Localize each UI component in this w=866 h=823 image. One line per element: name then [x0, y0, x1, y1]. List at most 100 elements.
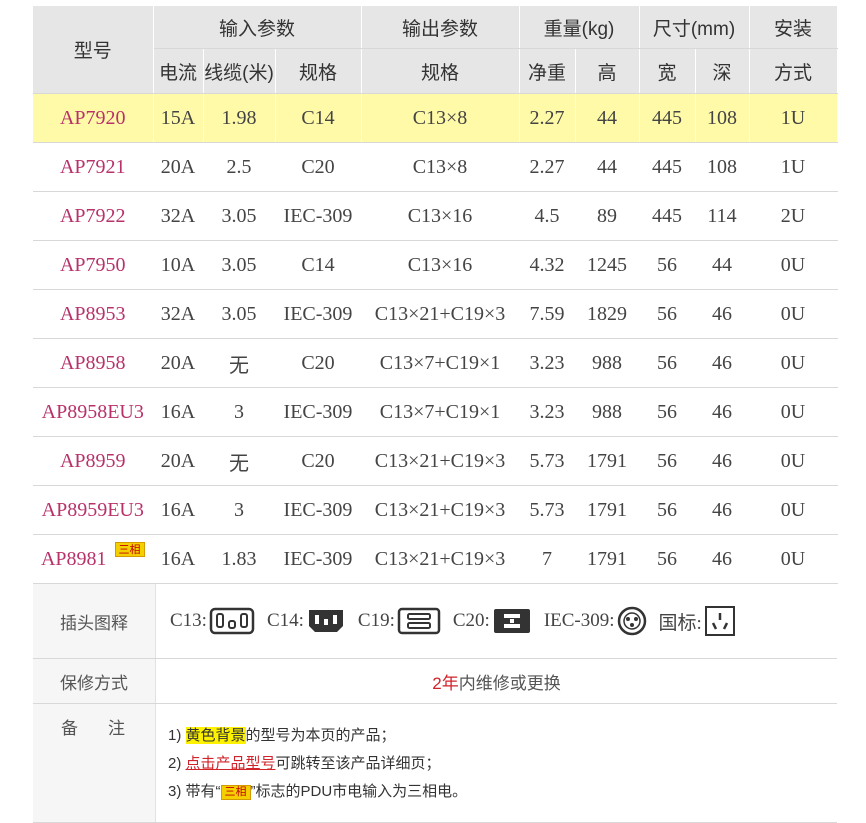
header-install-bottom: 方式 [749, 48, 838, 94]
cable-cell: 3 [203, 485, 276, 535]
cable-cell: 无 [203, 436, 276, 486]
plug-gb: 国标: [659, 605, 736, 637]
mount-cell: 0U [749, 485, 838, 535]
table-row: AP8953 32A 3.05 IEC-309 C13×21+C19×3 7.59 1829… [33, 289, 838, 339]
table-row: AP8959 20A 无 C20 C13×21+C19×3 5.73 1791 56 46 0U [33, 436, 838, 486]
plug-c14: C14: [267, 607, 346, 635]
cable-cell: 无 [203, 338, 276, 388]
width-cell: 56 [639, 534, 696, 584]
height-cell: 988 [575, 338, 640, 388]
model-cell: AP7921 [33, 142, 154, 192]
mount-cell: 0U [749, 534, 838, 584]
cable-cell: 3 [203, 387, 276, 437]
plug-name: C13: [170, 610, 207, 631]
header-depth: 深 [695, 48, 750, 94]
table-row: AP7921 20A 2.5 C20 C13×8 2.27 44 445 108 1U [33, 142, 838, 192]
width-cell: 445 [639, 142, 696, 192]
input-spec-cell: C14 [275, 93, 362, 143]
c19-plug-icon [397, 607, 441, 635]
table-row: AP8958 20A 无 C20 C13×7+C19×1 3.23 988 56 46 0U [33, 338, 838, 388]
model-link[interactable]: AP8958 [60, 352, 126, 374]
mount-cell: 2U [749, 191, 838, 241]
note-click-model-link[interactable]: 点击产品型号 [186, 755, 276, 772]
input-spec-cell: C14 [275, 240, 362, 290]
header-size: 尺寸(mm) [639, 6, 750, 49]
height-cell: 44 [575, 142, 640, 192]
model-cell: AP7920 [33, 93, 154, 143]
header-output-spec: 规格 [361, 48, 520, 94]
plug-name: C19: [357, 610, 395, 631]
output-spec-cell: C13×7+C19×1 [361, 338, 520, 388]
current-cell: 16A [153, 387, 204, 437]
header-input-params: 输入参数 [153, 6, 362, 49]
model-cell: AP8981 三相 [33, 534, 154, 584]
header-weight: 重量(kg) [519, 6, 640, 49]
net-weight-cell: 4.32 [519, 240, 576, 290]
depth-cell: 114 [695, 191, 750, 241]
c14-plug-icon [308, 610, 343, 632]
model-cell: AP8953 [33, 289, 154, 339]
model-link[interactable]: AP8981 [41, 548, 107, 570]
height-cell: 988 [575, 387, 640, 437]
input-spec-cell: IEC-309 [275, 191, 362, 241]
model-link[interactable]: AP8958EU3 [42, 401, 144, 423]
table-row: AP7922 32A 3.05 IEC-309 C13×16 4.5 89 445 114 2U [33, 191, 838, 241]
warranty-label: 保修方式 [33, 658, 156, 704]
model-link[interactable]: AP8959 [60, 450, 126, 472]
plugs-legend: C13: C14: C19: C20: IEC-309: 国标: [155, 584, 837, 659]
table-row: AP8981 三相 16A 1.83 IEC-309 C13×21+C19×3 7 1791 5… [33, 534, 838, 584]
input-spec-cell: C20 [275, 142, 362, 192]
model-link[interactable]: AP7922 [60, 205, 126, 227]
depth-cell: 108 [695, 93, 750, 143]
width-cell: 56 [639, 485, 696, 535]
model-cell: AP8959EU3 [33, 485, 154, 535]
spec-table-body: AP7920 15A 1.98 C14 C13×8 2.27 44 445 108 1U AP792… [33, 93, 838, 584]
model-cell: AP7950 [33, 240, 154, 290]
height-cell: 1829 [575, 289, 640, 339]
model-cell: AP8958EU3 [33, 387, 154, 437]
width-cell: 56 [639, 436, 696, 486]
net-weight-cell: 5.73 [519, 485, 576, 535]
header-cable: 线缆(米) [203, 48, 276, 94]
depth-cell: 46 [695, 485, 750, 535]
model-cell: AP8959 [33, 436, 154, 486]
model-link[interactable]: AP8953 [60, 303, 126, 325]
model-link[interactable]: AP7950 [60, 254, 126, 276]
current-cell: 10A [153, 240, 204, 290]
current-cell: 20A [153, 142, 204, 192]
warranty-years: 2年 [432, 673, 459, 693]
input-spec-cell: IEC-309 [275, 289, 362, 339]
output-spec-cell: C13×21+C19×3 [361, 534, 520, 584]
header-input-spec: 规格 [275, 48, 362, 94]
cable-cell: 3.05 [203, 289, 276, 339]
height-cell: 89 [575, 191, 640, 241]
note-2: 2) 点击产品型号可跳转至该产品详细页； [168, 755, 441, 772]
depth-cell: 46 [695, 338, 750, 388]
model-link[interactable]: AP7921 [60, 156, 126, 178]
mount-cell: 1U [749, 93, 838, 143]
plug-name: IEC-309: [543, 610, 615, 631]
current-cell: 20A [153, 338, 204, 388]
model-link[interactable]: AP8959EU3 [42, 499, 144, 521]
cable-cell: 1.83 [203, 534, 276, 584]
plug-c20: C20: [453, 607, 532, 635]
notes-label: 备注 [33, 703, 156, 823]
mount-cell: 0U [749, 338, 838, 388]
output-spec-cell: C13×16 [361, 240, 520, 290]
mount-cell: 0U [749, 436, 838, 486]
current-cell: 15A [153, 93, 204, 143]
notes-cell: 1) 黄色背景的型号为本页的产品； 2) 点击产品型号可跳转至该产品详细页； 3… [155, 703, 837, 823]
plug-name: C20: [452, 610, 490, 631]
note-highlight-yellow: 黄色背景 [185, 727, 246, 744]
three-phase-badge: 三相 [220, 784, 251, 800]
pdu-spec-page: 型号 输入参数 输出参数 重量(kg) 尺寸(mm) 安装 电流 线缆(米) 规… [33, 6, 838, 823]
input-spec-cell: IEC-309 [275, 485, 362, 535]
model-link[interactable]: AP7920 [60, 107, 126, 129]
header-width: 宽 [639, 48, 696, 94]
input-spec-cell: IEC-309 [275, 534, 362, 584]
table-row: AP8958EU3 16A 3 IEC-309 C13×7+C19×1 3.23 988 56… [33, 387, 838, 437]
mount-cell: 0U [749, 240, 838, 290]
height-cell: 44 [575, 93, 640, 143]
plug-name: 国标: [658, 612, 702, 634]
depth-cell: 46 [695, 387, 750, 437]
